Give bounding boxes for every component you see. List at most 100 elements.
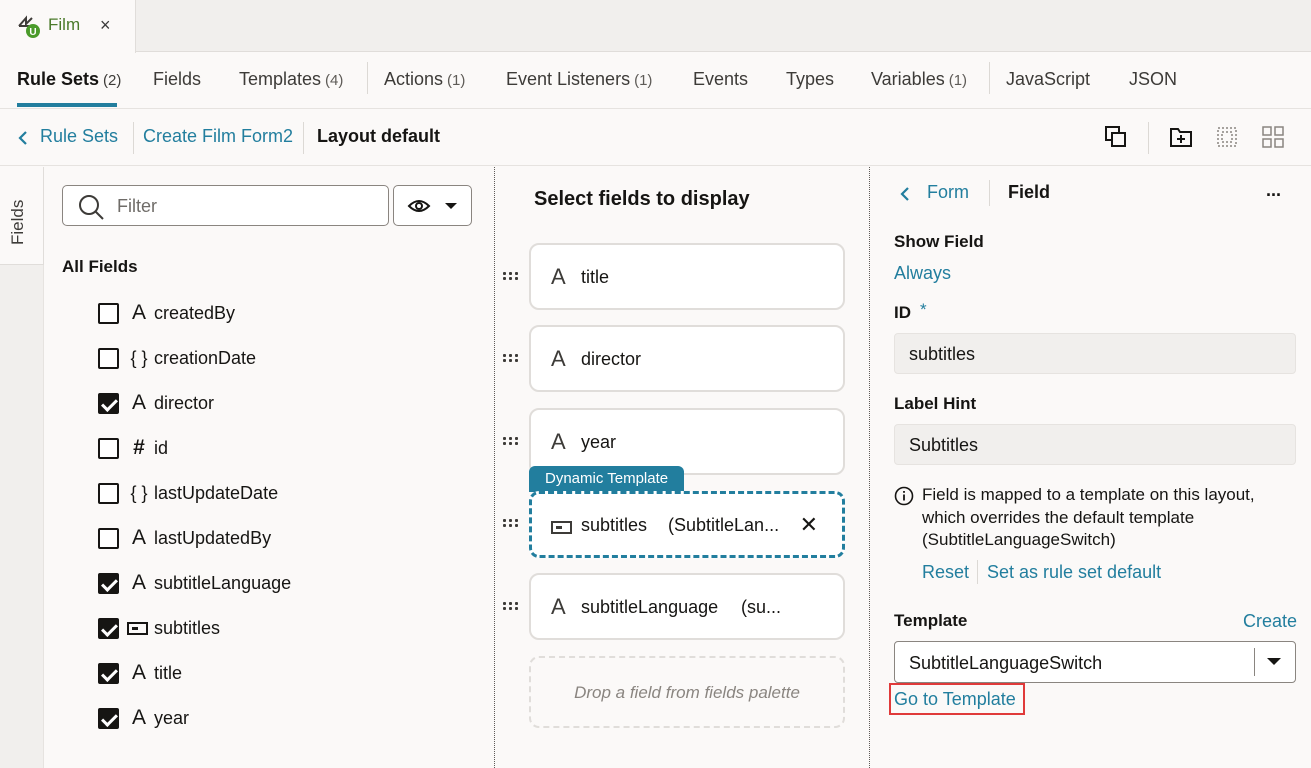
field-item-createdby[interactable]: A createdBy bbox=[98, 299, 418, 329]
text-type-icon: A bbox=[131, 526, 146, 549]
checkbox[interactable] bbox=[98, 303, 119, 324]
tab-count: (1) bbox=[634, 72, 653, 89]
drop-zone[interactable]: Drop a field from fields palette bbox=[529, 656, 845, 728]
drag-handle-icon[interactable] bbox=[503, 602, 519, 612]
tab-rule-sets[interactable]: Rule Sets (2) bbox=[17, 69, 121, 90]
field-name: createdBy bbox=[154, 303, 236, 323]
caret-down-icon[interactable] bbox=[1267, 658, 1281, 665]
layout-card-title[interactable]: A title bbox=[529, 243, 845, 310]
tab-javascript[interactable]: JavaScript bbox=[1006, 69, 1090, 90]
filter-input[interactable] bbox=[117, 194, 377, 218]
side-tab-strip bbox=[0, 265, 44, 768]
close-tab-icon[interactable]: × bbox=[100, 15, 111, 36]
tab-templates[interactable]: Templates (4) bbox=[239, 69, 343, 90]
chevron-left-icon[interactable] bbox=[16, 129, 30, 147]
tab-actions[interactable]: Actions (1) bbox=[384, 69, 465, 90]
add-folder-icon[interactable] bbox=[1168, 124, 1194, 150]
layout-card-subtitlelanguage[interactable]: A subtitleLanguage (su... bbox=[529, 573, 845, 640]
label-hint-field[interactable] bbox=[894, 424, 1296, 465]
tab-count: (2) bbox=[103, 72, 122, 89]
field-item-lastupdatedate[interactable]: { } lastUpdateDate bbox=[98, 479, 418, 509]
template-select-value: SubtitleLanguageSwitch bbox=[909, 653, 1103, 673]
text-type-icon: A bbox=[131, 391, 146, 414]
reset-link[interactable]: Reset bbox=[922, 562, 969, 583]
field-item-subtitles[interactable]: subtitles bbox=[98, 614, 418, 644]
search-icon bbox=[79, 195, 104, 220]
grid-icon[interactable] bbox=[1260, 124, 1286, 150]
field-item-id[interactable]: # id bbox=[98, 434, 418, 464]
object-type-icon: { } bbox=[130, 348, 148, 368]
text-type-icon: A bbox=[131, 661, 146, 684]
tab-fields-palette[interactable]: Fields bbox=[0, 167, 44, 265]
field-item-creationdate[interactable]: { } creationDate bbox=[98, 344, 418, 374]
card-label: subtitleLanguage bbox=[581, 597, 719, 617]
drag-handle-icon[interactable] bbox=[503, 354, 519, 364]
checkbox-checked[interactable] bbox=[98, 393, 119, 414]
card-label: director bbox=[581, 349, 642, 369]
drag-handle-icon[interactable] bbox=[503, 437, 519, 447]
field-item-subtitlelanguage[interactable]: A subtitleLanguage bbox=[98, 569, 418, 599]
create-template-link[interactable]: Create bbox=[1243, 611, 1297, 632]
filter-field[interactable] bbox=[62, 185, 389, 226]
tab-fields[interactable]: Fields bbox=[153, 69, 201, 90]
field-item-year[interactable]: A year bbox=[98, 704, 418, 734]
field-name: creationDate bbox=[154, 348, 257, 368]
required-indicator: * bbox=[920, 300, 927, 319]
label-hint-input[interactable] bbox=[909, 434, 1279, 456]
tab-json[interactable]: JSON bbox=[1129, 69, 1177, 90]
checkbox-checked[interactable] bbox=[98, 573, 119, 594]
set-rule-set-default-link[interactable]: Set as rule set default bbox=[987, 562, 1161, 583]
go-to-template-highlight: Go to Template bbox=[889, 683, 1025, 715]
info-icon bbox=[894, 486, 914, 506]
card-template-name: (SubtitleLan... bbox=[668, 515, 780, 535]
grid-select-icon[interactable] bbox=[1214, 124, 1240, 150]
show-field-value-link[interactable]: Always bbox=[894, 263, 951, 284]
visibility-menu-button[interactable] bbox=[393, 185, 472, 226]
drag-handle-icon[interactable] bbox=[503, 272, 519, 282]
select-divider bbox=[1254, 648, 1255, 676]
field-item-director[interactable]: A director bbox=[98, 389, 418, 419]
tab-events[interactable]: Events bbox=[693, 69, 748, 90]
drag-handle-icon[interactable] bbox=[503, 519, 519, 529]
card-label: subtitles bbox=[581, 515, 648, 535]
layout-card-year[interactable]: A year bbox=[529, 408, 845, 475]
layout-card-subtitles[interactable]: subtitles (SubtitleLan... ✕ bbox=[529, 491, 845, 558]
template-type-icon bbox=[127, 614, 151, 642]
document-tab-film[interactable]: U Film × bbox=[0, 0, 136, 53]
field-item-lastupdatedby[interactable]: A lastUpdatedBy bbox=[98, 524, 418, 554]
breadcrumb-rule-sets[interactable]: Rule Sets bbox=[40, 126, 118, 147]
tab-types[interactable]: Types bbox=[786, 69, 834, 90]
breadcrumb-divider bbox=[133, 122, 134, 154]
checkbox[interactable] bbox=[98, 483, 119, 504]
checkbox[interactable] bbox=[98, 348, 119, 369]
tab-label: JSON bbox=[1129, 69, 1178, 89]
tab-label: Fields bbox=[153, 69, 202, 89]
checkbox-checked[interactable] bbox=[98, 708, 119, 729]
duplicate-icon[interactable] bbox=[1103, 124, 1129, 150]
checkbox[interactable] bbox=[98, 438, 119, 459]
go-to-template-link[interactable]: Go to Template bbox=[894, 689, 1016, 710]
nav-divider bbox=[367, 62, 368, 94]
checkbox[interactable] bbox=[98, 528, 119, 549]
text-type-icon: A bbox=[551, 346, 566, 371]
svg-text:U: U bbox=[29, 27, 36, 38]
chevron-left-icon[interactable] bbox=[898, 185, 912, 203]
text-type-icon: A bbox=[131, 301, 146, 324]
document-tab-title: Film bbox=[48, 15, 81, 34]
card-label: year bbox=[581, 432, 617, 452]
id-field[interactable] bbox=[894, 333, 1296, 374]
tab-variables[interactable]: Variables (1) bbox=[871, 69, 967, 90]
checkbox-checked[interactable] bbox=[98, 618, 119, 639]
layout-title: Select fields to display bbox=[534, 188, 750, 210]
template-select[interactable]: SubtitleLanguageSwitch bbox=[894, 641, 1296, 683]
remove-icon[interactable]: ✕ bbox=[800, 512, 818, 538]
back-to-form-link[interactable]: Form bbox=[927, 182, 969, 203]
breadcrumb-create-film-form2[interactable]: Create Film Form2 bbox=[143, 126, 293, 147]
tab-event-listeners[interactable]: Event Listeners (1) bbox=[506, 69, 652, 90]
layout-card-director[interactable]: A director bbox=[529, 325, 845, 392]
field-item-title[interactable]: A title bbox=[98, 659, 418, 689]
more-options-icon[interactable]: ... bbox=[1266, 180, 1281, 201]
id-input[interactable] bbox=[909, 343, 1279, 365]
checkbox-checked[interactable] bbox=[98, 663, 119, 684]
tab-label: Variables bbox=[871, 69, 945, 89]
